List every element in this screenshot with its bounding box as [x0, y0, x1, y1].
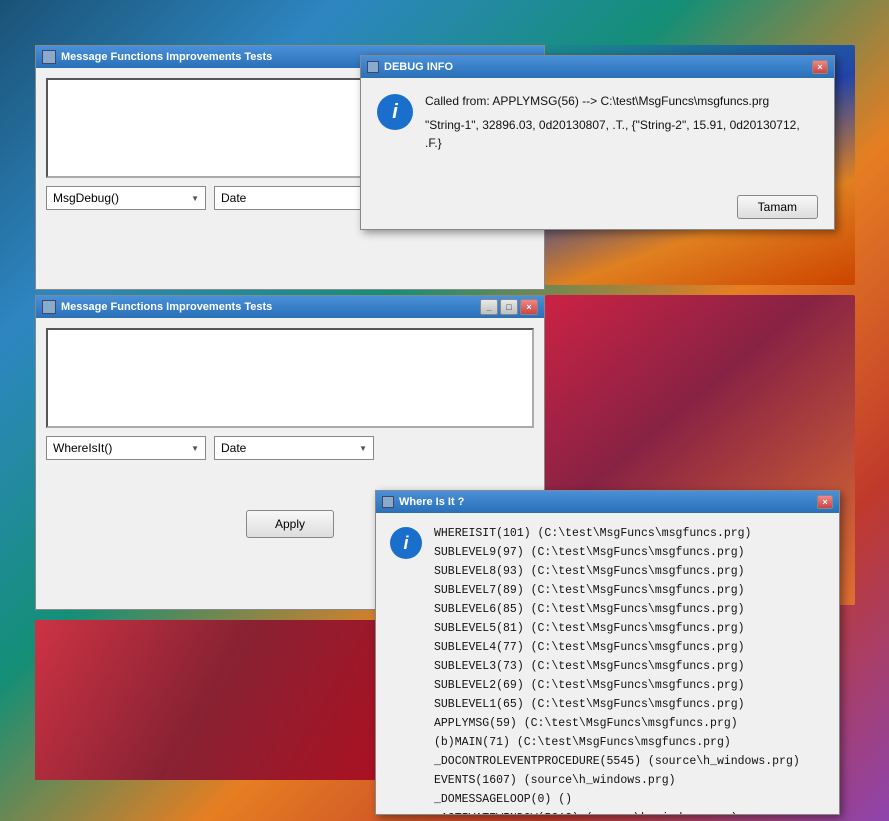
whereis-line-item: APPLYMSG(59) (C:\test\MsgFuncs\msgfuncs.…: [434, 715, 800, 734]
bottom-dropdown2-arrow: ▼: [359, 444, 367, 453]
whereis-line-item: _DOMESSAGELOOP(0) (): [434, 791, 800, 810]
whereis-line-item: EVENTS(1607) (source\h_windows.prg): [434, 772, 800, 791]
debug-content-row: i Called from: APPLYMSG(56) --> C:\test\…: [377, 92, 818, 185]
whereis-line-item: SUBLEVEL2(69) (C:\test\MsgFuncs\msgfuncs…: [434, 677, 800, 696]
top-dropdown1-arrow: ▼: [191, 194, 199, 203]
whereis-line-item: SUBLEVEL8(93) (C:\test\MsgFuncs\msgfuncs…: [434, 563, 800, 582]
whereis-info-icon: i: [390, 527, 422, 559]
whereis-dialog: Where Is It ? × i WHEREISIT(101) (C:\tes…: [375, 490, 840, 815]
whereis-line-item: SUBLEVEL9(97) (C:\test\MsgFuncs\msgfuncs…: [434, 544, 800, 563]
top-dropdown1[interactable]: MsgDebug() ▼: [46, 186, 206, 210]
whereis-titlebar: Where Is It ? ×: [376, 491, 839, 513]
whereis-line-item: (b)MAIN(71) (C:\test\MsgFuncs\msgfuncs.p…: [434, 734, 800, 753]
debug-dialog-icon: [367, 61, 379, 73]
bottom-inner-frame: [46, 328, 534, 428]
whereis-line-item: _DOCONTROLEVENTPROCEDURE(5545) (source\h…: [434, 753, 800, 772]
debug-dialog-text: Called from: APPLYMSG(56) --> C:\test\Ms…: [425, 92, 818, 152]
whereis-line-item: SUBLEVEL4(77) (C:\test\MsgFuncs\msgfuncs…: [434, 639, 800, 658]
whereis-close-button[interactable]: ×: [817, 495, 833, 509]
bottom-dropdown1[interactable]: WhereIsIt() ▼: [46, 436, 206, 460]
debug-dialog-title: DEBUG INFO: [384, 61, 453, 73]
debug-info-icon: i: [377, 94, 413, 130]
whereis-line-item: SUBLEVEL1(65) (C:\test\MsgFuncs\msgfuncs…: [434, 696, 800, 715]
bottom-window-titlebar: Message Functions Improvements Tests _ □…: [36, 296, 544, 318]
bottom-dropdown1-arrow: ▼: [191, 444, 199, 453]
whereis-title: Where Is It ?: [399, 496, 464, 508]
whereis-line-item: SUBLEVEL7(89) (C:\test\MsgFuncs\msgfuncs…: [434, 582, 800, 601]
debug-line2: "String-1", 32896.03, 0d20130807, .T., {…: [425, 116, 818, 152]
bg-bottom-left-scenery: [35, 620, 375, 780]
whereis-body: i WHEREISIT(101) (C:\test\MsgFuncs\msgfu…: [376, 513, 839, 814]
whereis-line-item: _ACTIVATEWINDOW(5213) (source\h_windows.…: [434, 810, 800, 814]
bottom-window-title: Message Functions Improvements Tests: [61, 301, 480, 313]
bottom-close-button[interactable]: ×: [520, 299, 538, 315]
whereis-text-block: WHEREISIT(101) (C:\test\MsgFuncs\msgfunc…: [434, 525, 800, 814]
whereis-icon: [382, 496, 394, 508]
debug-dialog-close-button[interactable]: ×: [812, 60, 828, 74]
apply-button[interactable]: Apply: [246, 510, 334, 538]
whereis-line-item: SUBLEVEL3(73) (C:\test\MsgFuncs\msgfuncs…: [434, 658, 800, 677]
bottom-minimize-button[interactable]: _: [480, 299, 498, 315]
bottom-window-controls: _ □ ×: [480, 299, 538, 315]
debug-dialog-body: i Called from: APPLYMSG(56) --> C:\test\…: [361, 78, 834, 229]
bottom-maximize-button[interactable]: □: [500, 299, 518, 315]
debug-dialog-titlebar: DEBUG INFO ×: [361, 56, 834, 78]
bottom-dropdown2[interactable]: Date ▼: [214, 436, 374, 460]
whereis-line-item: SUBLEVEL6(85) (C:\test\MsgFuncs\msgfuncs…: [434, 601, 800, 620]
whereis-line-item: SUBLEVEL5(81) (C:\test\MsgFuncs\msgfuncs…: [434, 620, 800, 639]
debug-info-dialog: DEBUG INFO × i Called from: APPLYMSG(56)…: [360, 55, 835, 230]
top-window-icon: [42, 50, 56, 64]
debug-dialog-footer: Tamam: [377, 195, 818, 219]
top-dropdown2[interactable]: Date ▼: [214, 186, 374, 210]
bottom-window-icon: [42, 300, 56, 314]
whereis-line-item: WHEREISIT(101) (C:\test\MsgFuncs\msgfunc…: [434, 525, 800, 544]
bottom-controls-row: WhereIsIt() ▼ Date ▼: [46, 436, 534, 460]
debug-ok-button[interactable]: Tamam: [737, 195, 818, 219]
debug-line1: Called from: APPLYMSG(56) --> C:\test\Ms…: [425, 92, 818, 110]
